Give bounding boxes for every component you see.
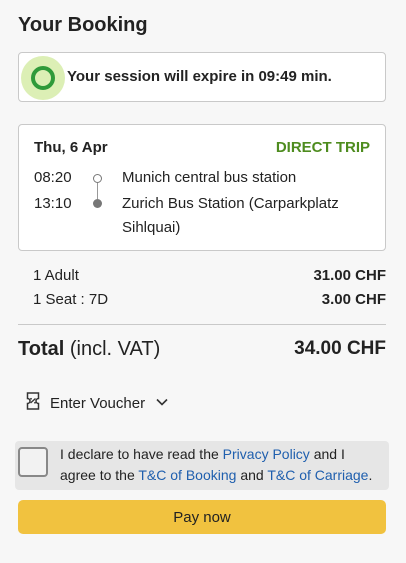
arrival-station: Zurich Bus Station (Carparkplatz Sihlqua… <box>122 195 339 236</box>
tc-carriage-link[interactable]: T&C of Carriage <box>267 467 368 483</box>
session-time: 09:49 <box>258 68 297 85</box>
arrival-time: 13:10 <box>34 195 72 212</box>
pay-now-button[interactable]: Pay now <box>18 500 386 534</box>
session-timer-banner: Your session will expire in 09:49 min. <box>18 52 386 102</box>
tc-booking-link[interactable]: T&C of Booking <box>138 467 236 483</box>
divider <box>18 324 386 325</box>
voucher-label: Enter Voucher <box>50 394 146 412</box>
chevron-down-icon <box>155 394 169 412</box>
price-value: 31.00 CHF <box>313 267 386 284</box>
arrival-dot-icon <box>93 199 102 208</box>
enter-voucher-toggle[interactable]: Enter Voucher <box>26 391 169 415</box>
session-suffix: min. <box>301 68 332 85</box>
total-note: (incl. VAT) <box>69 338 161 360</box>
consent-section: I declare to have read the Privacy Polic… <box>15 441 389 490</box>
price-value: 3.00 CHF <box>321 291 386 308</box>
consent-text-part: and <box>236 467 268 483</box>
total-value: 34.00 CHF <box>294 338 386 359</box>
route-line <box>97 183 98 199</box>
session-prefix: Your session will expire in <box>67 68 255 85</box>
departure-time: 08:20 <box>34 169 72 186</box>
consent-text-part: . <box>368 467 373 483</box>
trip-date: Thu, 6 Apr <box>34 139 108 156</box>
voucher-icon <box>26 391 40 415</box>
price-label: 1 Seat : 7D <box>33 291 109 308</box>
total-title: Total <box>18 338 65 360</box>
departure-dot-icon <box>93 174 102 183</box>
consent-checkbox[interactable] <box>18 447 48 477</box>
price-label: 1 Adult <box>33 267 79 284</box>
consent-text: I declare to have read the Privacy Polic… <box>60 444 380 486</box>
session-expiry-text: Your session will expire in 09:49 min. <box>67 68 332 85</box>
timer-icon <box>21 56 65 100</box>
total-label: Total (incl. VAT) <box>18 338 160 361</box>
page-title: Your Booking <box>18 14 148 36</box>
trip-type-badge: DIRECT TRIP <box>275 139 370 156</box>
consent-text-part: I declare to have read the <box>60 446 223 462</box>
trip-card: Thu, 6 Apr DIRECT TRIP 08:20 Munich cent… <box>18 124 386 251</box>
privacy-policy-link[interactable]: Privacy Policy <box>223 446 310 462</box>
departure-station: Munich central bus station <box>122 169 297 186</box>
